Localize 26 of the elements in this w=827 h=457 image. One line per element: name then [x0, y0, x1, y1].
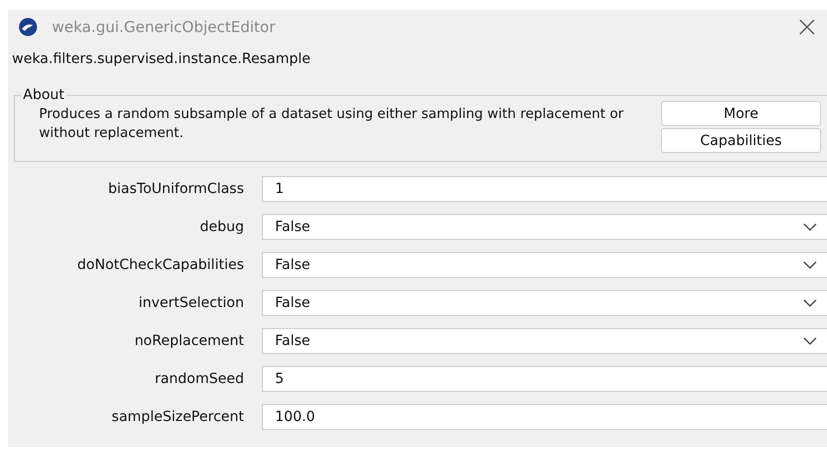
chevron-down-icon [803, 261, 817, 269]
property-label: noReplacement [134, 333, 244, 349]
window-title: weka.gui.GenericObjectEditor [52, 18, 276, 36]
bird-logo-icon [18, 17, 38, 37]
description-text: Produces a random subsample of a dataset using either sampling with replacement or without replacement. [39, 105, 625, 143]
dropdown[interactable]: False [262, 252, 827, 278]
property-label: debug [198, 219, 244, 235]
close-icon[interactable] [799, 19, 815, 35]
chevron-down-icon [803, 299, 817, 307]
chevron-down-icon [803, 223, 817, 231]
about-legend: About [21, 87, 66, 103]
class-name: weka.filters.supervised.instance.Resample [11, 50, 312, 69]
property-label: doNotCheckCapabilities [76, 257, 244, 273]
text-field[interactable]: 1 [262, 176, 827, 202]
dropdown[interactable]: False [262, 214, 827, 240]
property-label: invertSelection [138, 295, 244, 311]
property-label: randomSeed [154, 371, 244, 387]
property-label: biasToUniformClass [107, 181, 244, 197]
dropdown[interactable]: False [262, 290, 827, 316]
text-field[interactable]: 100.0 [262, 404, 827, 430]
property-label: sampleSizePercent [110, 409, 244, 425]
text-field[interactable]: 5 [262, 366, 827, 392]
chevron-down-icon [803, 337, 817, 345]
about-button[interactable]: More [661, 101, 821, 126]
dropdown[interactable]: False [262, 328, 827, 354]
about-button[interactable]: Capabilities [661, 128, 821, 153]
